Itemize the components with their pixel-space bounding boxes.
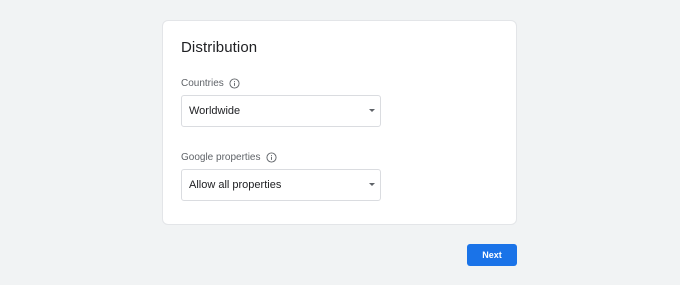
- countries-select[interactable]: Worldwide: [181, 95, 381, 127]
- countries-select-value: Worldwide: [189, 105, 241, 117]
- countries-label: Countries: [181, 78, 224, 89]
- google-properties-label-row: Google properties: [181, 152, 277, 163]
- google-properties-label: Google properties: [181, 152, 261, 163]
- countries-label-row: Countries: [181, 78, 240, 89]
- next-button[interactable]: Next: [467, 244, 517, 266]
- chevron-down-icon: [369, 109, 375, 112]
- google-properties-select[interactable]: Allow all properties: [181, 169, 381, 201]
- chevron-down-icon: [369, 183, 375, 186]
- info-icon[interactable]: [229, 78, 240, 89]
- card-title: Distribution: [181, 39, 258, 56]
- google-properties-select-value: Allow all properties: [189, 179, 282, 191]
- info-icon[interactable]: [265, 152, 277, 163]
- distribution-card: Distribution Countries Worldwide Google …: [162, 20, 517, 225]
